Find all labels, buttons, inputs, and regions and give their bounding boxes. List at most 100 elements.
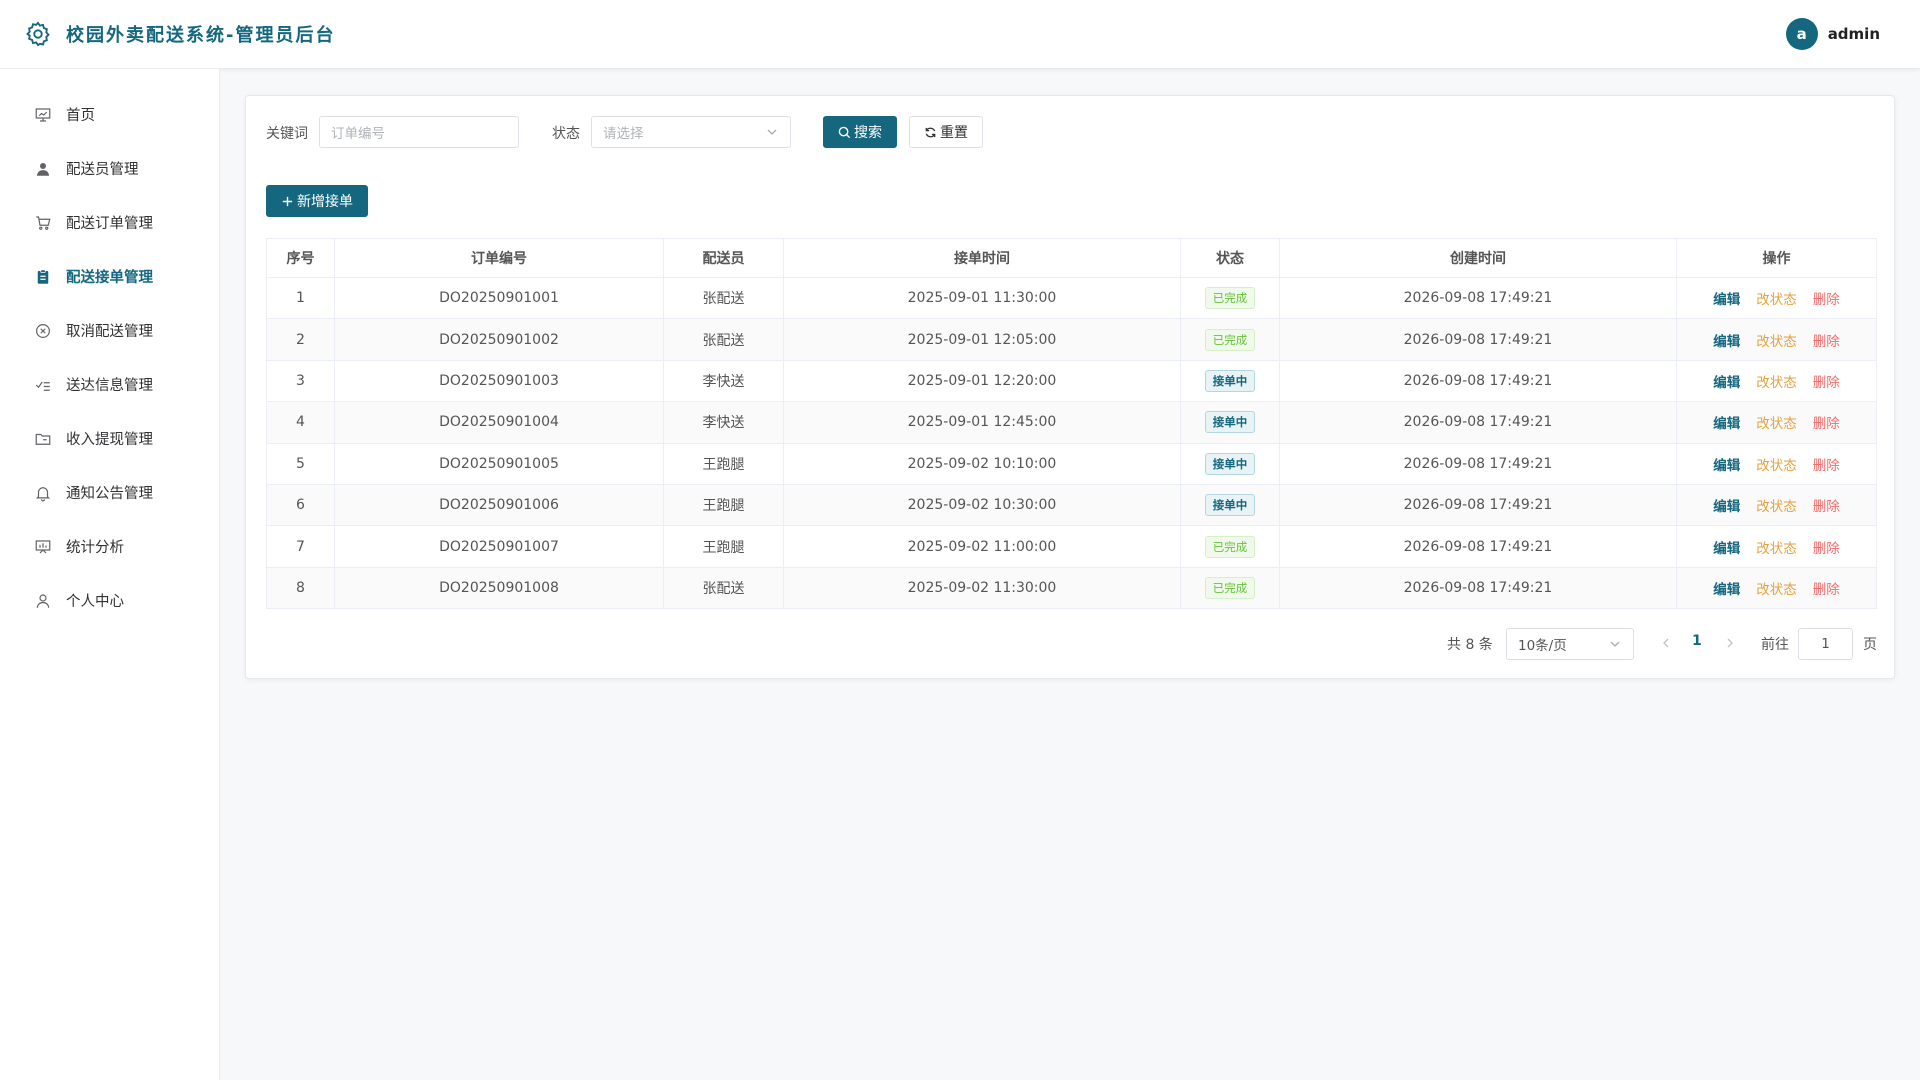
change-status-link[interactable]: 改状态 [1756,578,1797,598]
sidebar-item-label: 统计分析 [66,540,124,556]
cell-status: 接单中 [1180,483,1280,527]
goto-page-value: 1 [1821,636,1830,652]
cell-ops: 编辑 改状态 删除 [1676,359,1877,403]
sidebar-item-orders[interactable]: 配送订单管理 [34,212,153,233]
pagination-total: 共 8 条 [1447,637,1493,653]
delete-link[interactable]: 删除 [1813,454,1840,474]
table-row: 3 DO20250901003 李快送 2025-09-01 12:20:00 接单中 2… [266,359,1877,403]
delete-link[interactable]: 删除 [1813,537,1840,557]
cell-status: 接单中 [1180,401,1280,444]
delete-link[interactable]: 删除 [1813,495,1840,515]
change-status-link[interactable]: 改状态 [1756,495,1797,515]
cell-status: 接单中 [1180,359,1280,403]
sidebar: 首页 配送员管理 配送订单管理 配送接单管理 取消配送管理 送达信息管理 收入提… [0,69,220,1080]
table-row: 6 DO20250901006 王跑腿 2025-09-02 10:30:00 接单中 2… [266,483,1877,527]
change-status-link[interactable]: 改状态 [1756,371,1797,391]
sidebar-item-accept[interactable]: 配送接单管理 [34,266,153,287]
add-accept-button[interactable]: 新增接单 [266,185,368,217]
cancel-circle-icon [36,323,50,338]
table-row: 2 DO20250901002 张配送 2025-09-01 12:05:00 已完成 2… [266,318,1877,361]
table-row: 7 DO20250901007 王跑腿 2025-09-02 11:00:00 已完成 2… [266,525,1877,568]
cell-created: 2026-09-08 17:49:21 [1279,525,1677,568]
cell-status: 已完成 [1180,318,1280,361]
gear-icon [26,21,50,47]
cell-status: 已完成 [1180,525,1280,568]
cell-accepted: 2025-09-01 12:05:00 [783,318,1181,361]
delete-link[interactable]: 删除 [1813,412,1840,432]
sidebar-item-delivered[interactable]: 送达信息管理 [34,374,153,395]
sidebar-item-couriers[interactable]: 配送员管理 [34,158,139,179]
edit-link[interactable]: 编辑 [1713,330,1740,350]
current-page[interactable]: 1 [1692,633,1702,649]
delete-link[interactable]: 删除 [1813,371,1840,391]
goto-page-input[interactable]: 1 [1798,628,1853,660]
sidebar-item-profile[interactable]: 个人中心 [34,590,124,611]
sidebar-item-label: 通知公告管理 [66,486,153,502]
folder-icon [35,433,51,445]
page-size-select[interactable]: 10条/页 [1506,628,1634,660]
user-menu[interactable]: a admin [1785,18,1880,50]
goto-label: 前往 [1761,637,1789,653]
cell-accepted: 2025-09-01 11:30:00 [783,276,1181,320]
edit-link[interactable]: 编辑 [1713,537,1740,557]
change-status-link[interactable]: 改状态 [1756,537,1797,557]
checklist-icon [35,381,50,391]
next-page-icon[interactable] [1724,636,1736,650]
change-status-link[interactable]: 改状态 [1756,454,1797,474]
cell-status: 已完成 [1180,276,1280,320]
cell-courier: 张配送 [663,318,784,361]
sidebar-item-label: 首页 [66,108,95,124]
keyword-input[interactable]: 订单编号 [319,116,519,148]
delete-link[interactable]: 删除 [1813,288,1840,308]
change-status-link[interactable]: 改状态 [1756,288,1797,308]
edit-link[interactable]: 编辑 [1713,288,1740,308]
sidebar-item-label: 配送员管理 [66,162,139,178]
reset-button[interactable]: 重置 [909,116,983,148]
cell-created: 2026-09-08 17:49:21 [1279,401,1677,444]
keyword-label: 关键词 [266,126,308,142]
status-select[interactable]: 请选择 [591,116,791,148]
add-button-label: 新增接单 [297,194,353,210]
prev-page-icon[interactable] [1660,636,1672,650]
cell-order: DO20250901003 [334,359,664,403]
keyword-placeholder: 订单编号 [331,126,385,142]
delete-link[interactable]: 删除 [1813,330,1840,350]
edit-link[interactable]: 编辑 [1713,412,1740,432]
cell-no: 2 [266,318,335,361]
sidebar-item-notice[interactable]: 通知公告管理 [34,482,153,503]
sidebar-item-cancel[interactable]: 取消配送管理 [34,320,153,341]
cell-no: 3 [266,359,335,403]
cell-courier: 李快送 [663,401,784,444]
delete-link[interactable]: 删除 [1813,578,1840,598]
search-button[interactable]: 搜索 [823,116,897,148]
cell-order: DO20250901002 [334,318,664,361]
edit-link[interactable]: 编辑 [1713,454,1740,474]
avatar[interactable]: a [1785,18,1818,50]
col-header-status: 状态 [1180,238,1280,278]
sidebar-item-label: 取消配送管理 [66,324,153,340]
cell-accepted: 2025-09-02 11:00:00 [783,525,1181,568]
change-status-link[interactable]: 改状态 [1756,412,1797,432]
sidebar-item-home[interactable]: 首页 [34,104,95,125]
cell-no: 6 [266,483,335,527]
user-icon [37,162,49,176]
edit-link[interactable]: 编辑 [1713,495,1740,515]
status-label: 状态 [552,126,580,142]
col-header-accepted: 接单时间 [783,238,1181,278]
cell-ops: 编辑 改状态 删除 [1676,318,1877,361]
sidebar-item-label: 个人中心 [66,594,124,610]
username[interactable]: admin [1828,25,1880,43]
change-status-link[interactable]: 改状态 [1756,330,1797,350]
edit-link[interactable]: 编辑 [1713,371,1740,391]
sidebar-item-income[interactable]: 收入提现管理 [34,428,153,449]
table-row: 5 DO20250901005 王跑腿 2025-09-02 10:10:00 接单中 2… [266,442,1877,485]
bell-icon [35,486,51,501]
sidebar-item-label: 送达信息管理 [66,378,153,394]
status-badge: 已完成 [1204,535,1256,558]
chart-board-icon [35,539,51,553]
sidebar-item-stats[interactable]: 统计分析 [34,536,124,557]
edit-link[interactable]: 编辑 [1713,578,1740,598]
cell-ops: 编辑 改状态 删除 [1676,483,1877,527]
cell-courier: 张配送 [663,566,784,610]
cell-created: 2026-09-08 17:49:21 [1279,442,1677,485]
